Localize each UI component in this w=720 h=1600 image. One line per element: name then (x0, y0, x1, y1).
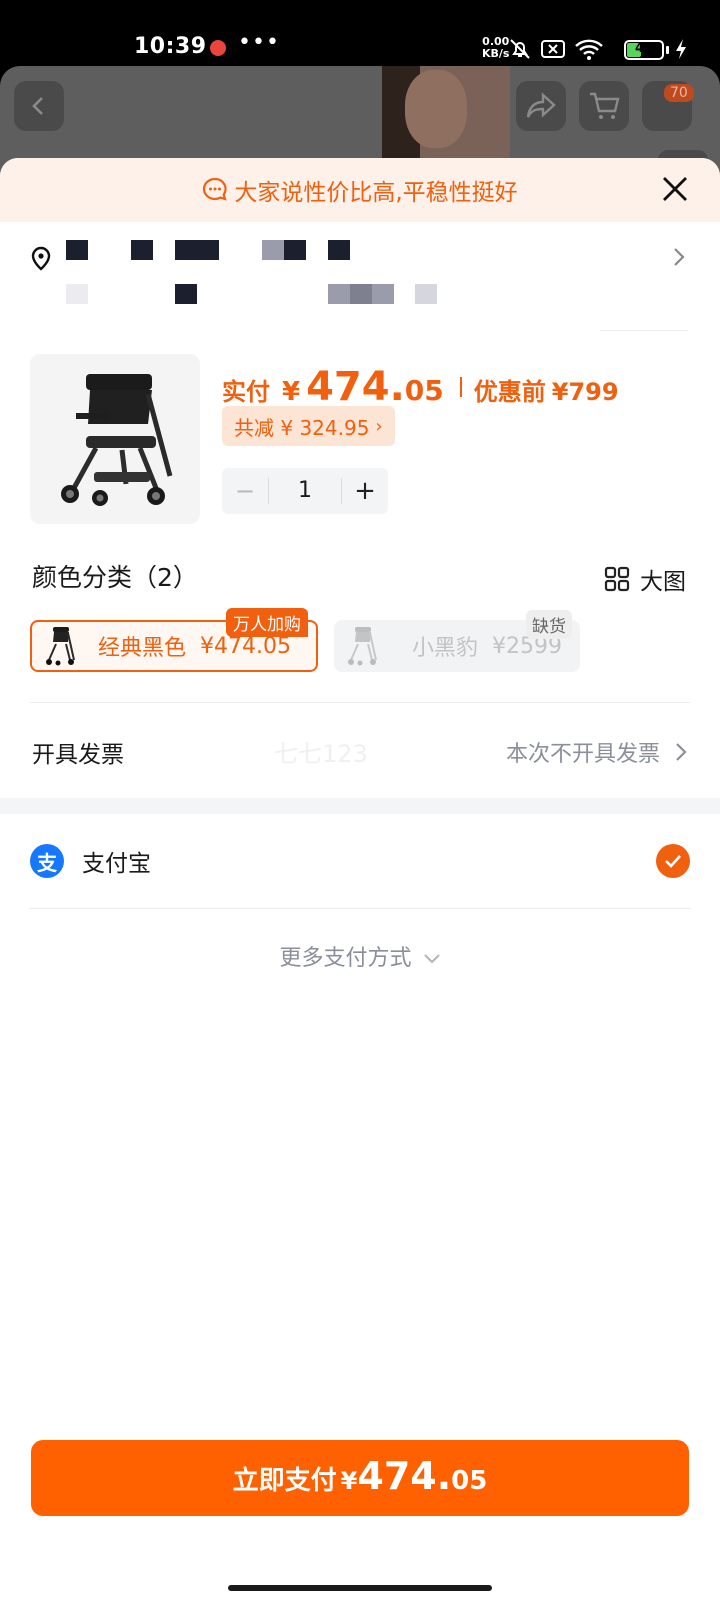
big-image-toggle[interactable]: 大图 (604, 562, 686, 596)
price-label: 实付 (222, 378, 270, 406)
product-image[interactable] (30, 354, 200, 524)
original-price: ¥799 (551, 378, 619, 406)
net-speed-unit: KB/s (482, 47, 510, 60)
cart-count-badge: 70 (664, 84, 694, 102)
watermark: 七七123 (274, 740, 368, 768)
original-price-label: 优惠前 (473, 378, 546, 406)
discount-text: 共减 ¥ 324.95 (234, 415, 370, 440)
variant-name: 小黑豹 (412, 636, 479, 661)
redacted-block (328, 284, 350, 304)
close-icon[interactable] (660, 174, 690, 204)
wifi-icon (575, 39, 603, 60)
redacted-block (175, 240, 219, 260)
redacted-block (350, 284, 372, 304)
redacted-block (415, 284, 437, 304)
chevron-right-icon (676, 742, 687, 761)
invoice-row[interactable]: 开具发票 七七123 本次不开具发票 (32, 734, 688, 769)
payment-method-alipay[interactable]: 支 支付宝 (30, 844, 690, 878)
share-button[interactable] (516, 81, 566, 131)
system-nav-bar (0, 1570, 720, 1600)
stroller-image (61, 374, 173, 506)
price-row: 实付 ¥ 474. 05 优惠前 ¥799 (222, 364, 619, 410)
variant-section-title: 颜色分类（2） (32, 563, 198, 592)
payment-method-label: 支付宝 (82, 851, 151, 877)
battery-cap (666, 46, 669, 54)
back-icon (32, 97, 43, 115)
divider (30, 908, 690, 909)
status-time: 10:39 (134, 34, 207, 59)
price-separator (459, 377, 462, 397)
chevron-down-icon (423, 954, 440, 964)
increase-button[interactable]: + (342, 476, 388, 506)
decrease-button[interactable]: − (222, 477, 268, 505)
grid-icon (604, 566, 630, 592)
discount-button[interactable]: 共减 ¥ 324.95 › (222, 406, 395, 446)
divider (600, 330, 688, 331)
price-integer: 474. (306, 364, 405, 410)
redacted-block (284, 240, 306, 260)
stroller-thumbnail (348, 627, 377, 666)
banner-model-face (405, 70, 467, 148)
price-decimal: 05 (404, 374, 444, 407)
more-payment-methods[interactable]: 更多支付方式 (0, 940, 720, 972)
variant-thumbnail (38, 624, 82, 668)
home-gesture-handle[interactable] (228, 1585, 492, 1591)
chat-bubble-icon (203, 177, 227, 201)
redacted-block (66, 284, 88, 304)
battery-percent: 40 (634, 41, 654, 56)
variant-name: 经典黑色 (98, 636, 187, 661)
app-notification-icon (210, 40, 226, 56)
share-icon (526, 92, 556, 118)
redacted-block (66, 240, 88, 260)
battery-icon: 40 (624, 40, 664, 60)
stroller-thumbnail (46, 627, 75, 666)
more-notifications-icon: ••• (238, 30, 280, 55)
screen-record-icon (541, 40, 565, 58)
mute-bell-icon (510, 39, 530, 59)
redacted-block (175, 284, 197, 304)
pay-button-currency: ¥ (340, 1467, 358, 1495)
chevron-right-icon: › (375, 415, 383, 437)
status-bar: 10:39 ••• 0.00 KB/s 40 (0, 0, 720, 66)
out-of-stock-tag: 缺货 (526, 610, 572, 639)
review-banner: 大家说性价比高,平稳性挺好 (0, 158, 720, 222)
pay-button-label: 立即支付 (232, 1466, 337, 1496)
charging-icon (676, 39, 686, 59)
invoice-value: 本次不开具发票 (505, 741, 660, 767)
quantity-value[interactable]: 1 (268, 478, 342, 504)
cart-button[interactable] (579, 81, 629, 131)
net-speed: 0.00 KB/s (482, 36, 509, 60)
redacted-block (372, 284, 394, 304)
variant-thumbnail (340, 624, 384, 668)
pay-now-button[interactable]: 立即支付 ¥ 474. 05 (31, 1440, 689, 1516)
quantity-stepper: − 1 + (222, 468, 388, 514)
more-payment-label: 更多支付方式 (279, 946, 412, 971)
section-gap (0, 798, 720, 814)
big-image-label: 大图 (640, 569, 686, 595)
popular-tag: 万人加购 (226, 608, 308, 637)
back-button[interactable] (14, 81, 64, 131)
price-currency: ¥ (282, 377, 301, 407)
redacted-block (262, 240, 284, 260)
redacted-block (131, 240, 153, 260)
chevron-right-icon (674, 248, 685, 266)
checkout-sheet: 大家说性价比高,平稳性挺好 实付 ¥ 474. 05 优惠前 ¥799 共减 ¥… (0, 158, 720, 1570)
pay-button-amount-decimal: 05 (451, 1466, 488, 1496)
redacted-block (328, 240, 350, 260)
location-pin-icon (31, 246, 51, 271)
pay-button-amount-integer: 474. (357, 1454, 452, 1498)
variant-price: ¥474.05 (200, 633, 291, 659)
banner-text: 大家说性价比高,平稳性挺好 (234, 180, 518, 206)
selected-check-icon (656, 844, 690, 878)
invoice-label: 开具发票 (32, 741, 124, 768)
alipay-icon: 支 (30, 844, 64, 878)
divider (30, 702, 690, 703)
cart-icon (590, 92, 620, 119)
